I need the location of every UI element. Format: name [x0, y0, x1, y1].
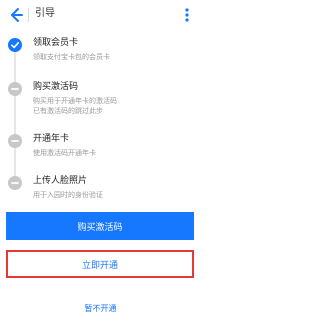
skip-activation-link[interactable]: 暂不开通: [0, 303, 201, 315]
step-connector: [14, 146, 16, 176]
minus-circle-icon: [8, 82, 22, 96]
step-description: 购买用于开通年卡的激活码: [33, 97, 117, 105]
step-description: 使用激活码开通年卡: [33, 149, 96, 157]
step-title: 上传人脸照片: [33, 176, 88, 186]
step-list: 领取会员卡 领取支付宝卡包的会员卡 购买激活码 购买用于开通年卡的激活码 已有激…: [0, 30, 201, 230]
step-description: 已有激活码的跳过此步: [33, 107, 103, 115]
step-title: 领取会员卡: [33, 38, 79, 48]
step-connector: [14, 52, 16, 82]
more-vertical-icon[interactable]: [180, 5, 194, 25]
app-header: 引导: [0, 0, 201, 30]
buy-activation-code-button[interactable]: 购买激活码: [6, 212, 194, 240]
step-title: 开通年卡: [33, 134, 70, 144]
header-divider: [28, 8, 29, 22]
page-title: 引导: [35, 8, 55, 19]
arrow-left-icon[interactable]: [5, 5, 25, 25]
step-description: 领取支付宝卡包的会员卡: [33, 53, 110, 61]
step-connector: [14, 94, 16, 134]
step-description: 用于入园时的身份验证: [33, 191, 103, 199]
check-circle-icon: [8, 38, 22, 52]
minus-circle-icon: [8, 134, 22, 148]
step-title: 购买激活码: [33, 82, 79, 92]
activate-now-button[interactable]: 立即开通: [6, 250, 194, 278]
minus-circle-icon: [8, 176, 22, 190]
